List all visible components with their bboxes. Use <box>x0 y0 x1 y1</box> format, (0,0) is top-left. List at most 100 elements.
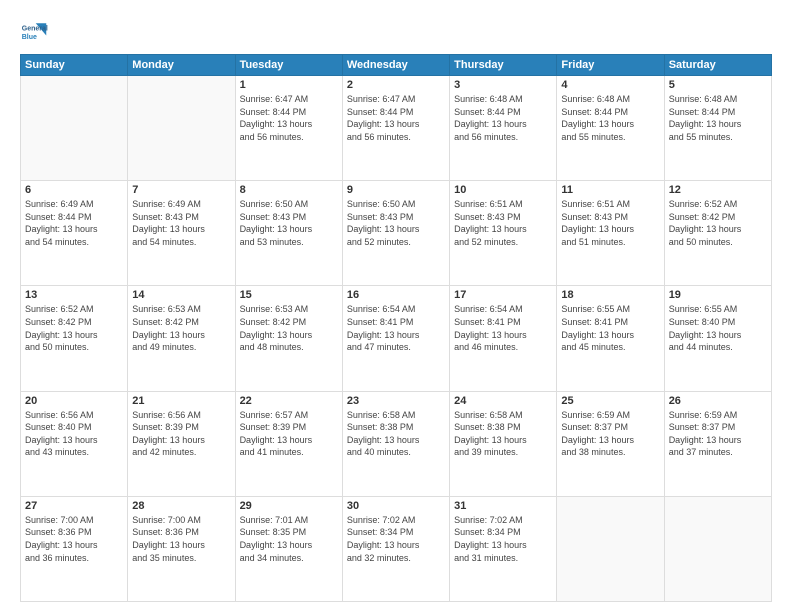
day-info: Sunrise: 6:49 AM Sunset: 8:44 PM Dayligh… <box>25 198 123 248</box>
calendar-cell: 10 Sunrise: 6:51 AM Sunset: 8:43 PM Dayli… <box>450 181 557 286</box>
day-number: 30 <box>347 500 445 512</box>
day-info: Sunrise: 6:57 AM Sunset: 8:39 PM Dayligh… <box>240 409 338 459</box>
col-header-monday: Monday <box>128 55 235 76</box>
week-row-2: 6 Sunrise: 6:49 AM Sunset: 8:44 PM Daylig… <box>21 181 772 286</box>
day-number: 10 <box>454 184 552 196</box>
day-number: 21 <box>132 395 230 407</box>
day-number: 1 <box>240 79 338 91</box>
day-number: 13 <box>25 289 123 301</box>
day-info: Sunrise: 6:54 AM Sunset: 8:41 PM Dayligh… <box>347 303 445 353</box>
day-number: 29 <box>240 500 338 512</box>
day-number: 6 <box>25 184 123 196</box>
day-info: Sunrise: 7:00 AM Sunset: 8:36 PM Dayligh… <box>132 514 230 564</box>
calendar-cell: 25 Sunrise: 6:59 AM Sunset: 8:37 PM Dayli… <box>557 391 664 496</box>
col-header-friday: Friday <box>557 55 664 76</box>
logo: General Blue <box>20 18 48 46</box>
day-info: Sunrise: 6:54 AM Sunset: 8:41 PM Dayligh… <box>454 303 552 353</box>
day-info: Sunrise: 7:01 AM Sunset: 8:35 PM Dayligh… <box>240 514 338 564</box>
calendar-cell: 31 Sunrise: 7:02 AM Sunset: 8:34 PM Dayli… <box>450 496 557 601</box>
day-number: 31 <box>454 500 552 512</box>
calendar-cell: 22 Sunrise: 6:57 AM Sunset: 8:39 PM Dayli… <box>235 391 342 496</box>
day-info: Sunrise: 6:52 AM Sunset: 8:42 PM Dayligh… <box>25 303 123 353</box>
calendar-cell: 4 Sunrise: 6:48 AM Sunset: 8:44 PM Daylig… <box>557 76 664 181</box>
calendar-cell: 29 Sunrise: 7:01 AM Sunset: 8:35 PM Dayli… <box>235 496 342 601</box>
day-info: Sunrise: 6:52 AM Sunset: 8:42 PM Dayligh… <box>669 198 767 248</box>
calendar-cell: 23Sunrise: 6:58 AM Sunset: 8:38 PM Dayli… <box>342 391 449 496</box>
day-number: 14 <box>132 289 230 301</box>
day-number: 20 <box>25 395 123 407</box>
calendar-cell: 21 Sunrise: 6:56 AM Sunset: 8:39 PM Dayli… <box>128 391 235 496</box>
day-info: Sunrise: 6:48 AM Sunset: 8:44 PM Dayligh… <box>561 93 659 143</box>
calendar-cell: 9Sunrise: 6:50 AM Sunset: 8:43 PM Daylig… <box>342 181 449 286</box>
day-info: Sunrise: 6:55 AM Sunset: 8:41 PM Dayligh… <box>561 303 659 353</box>
calendar-cell: 30 Sunrise: 7:02 AM Sunset: 8:34 PM Dayli… <box>342 496 449 601</box>
calendar-cell: 16 Sunrise: 6:54 AM Sunset: 8:41 PM Dayli… <box>342 286 449 391</box>
day-info: Sunrise: 7:02 AM Sunset: 8:34 PM Dayligh… <box>454 514 552 564</box>
day-number: 5 <box>669 79 767 91</box>
day-number: 18 <box>561 289 659 301</box>
calendar-cell: 26Sunrise: 6:59 AM Sunset: 8:37 PM Dayli… <box>664 391 771 496</box>
calendar-cell: 20Sunrise: 6:56 AM Sunset: 8:40 PM Dayli… <box>21 391 128 496</box>
week-row-1: 1 Sunrise: 6:47 AM Sunset: 8:44 PM Daylig… <box>21 76 772 181</box>
col-header-wednesday: Wednesday <box>342 55 449 76</box>
day-info: Sunrise: 6:50 AM Sunset: 8:43 PM Dayligh… <box>240 198 338 248</box>
calendar-cell: 3Sunrise: 6:48 AM Sunset: 8:44 PM Daylig… <box>450 76 557 181</box>
day-info: Sunrise: 6:59 AM Sunset: 8:37 PM Dayligh… <box>669 409 767 459</box>
day-info: Sunrise: 6:47 AM Sunset: 8:44 PM Dayligh… <box>347 93 445 143</box>
day-number: 28 <box>132 500 230 512</box>
day-number: 24 <box>454 395 552 407</box>
day-info: Sunrise: 6:55 AM Sunset: 8:40 PM Dayligh… <box>669 303 767 353</box>
calendar-cell: 15 Sunrise: 6:53 AM Sunset: 8:42 PM Dayli… <box>235 286 342 391</box>
day-number: 4 <box>561 79 659 91</box>
day-info: Sunrise: 6:49 AM Sunset: 8:43 PM Dayligh… <box>132 198 230 248</box>
day-info: Sunrise: 6:51 AM Sunset: 8:43 PM Dayligh… <box>561 198 659 248</box>
calendar-cell: 5 Sunrise: 6:48 AM Sunset: 8:44 PM Daylig… <box>664 76 771 181</box>
day-number: 7 <box>132 184 230 196</box>
day-number: 17 <box>454 289 552 301</box>
col-header-saturday: Saturday <box>664 55 771 76</box>
page: General Blue SundayMondayTuesdayWednesda… <box>0 0 792 612</box>
week-row-5: 27 Sunrise: 7:00 AM Sunset: 8:36 PM Dayli… <box>21 496 772 601</box>
day-number: 8 <box>240 184 338 196</box>
calendar-cell: 1 Sunrise: 6:47 AM Sunset: 8:44 PM Daylig… <box>235 76 342 181</box>
day-number: 9 <box>347 184 445 196</box>
calendar-cell <box>21 76 128 181</box>
day-number: 12 <box>669 184 767 196</box>
day-info: Sunrise: 6:47 AM Sunset: 8:44 PM Dayligh… <box>240 93 338 143</box>
day-info: Sunrise: 6:59 AM Sunset: 8:37 PM Dayligh… <box>561 409 659 459</box>
calendar-cell: 18 Sunrise: 6:55 AM Sunset: 8:41 PM Dayli… <box>557 286 664 391</box>
week-row-3: 13 Sunrise: 6:52 AM Sunset: 8:42 PM Dayli… <box>21 286 772 391</box>
day-info: Sunrise: 6:53 AM Sunset: 8:42 PM Dayligh… <box>240 303 338 353</box>
col-header-thursday: Thursday <box>450 55 557 76</box>
day-number: 23 <box>347 395 445 407</box>
calendar-cell <box>557 496 664 601</box>
calendar-cell: 14Sunrise: 6:53 AM Sunset: 8:42 PM Dayli… <box>128 286 235 391</box>
calendar-cell: 27Sunrise: 7:00 AM Sunset: 8:36 PM Dayli… <box>21 496 128 601</box>
col-header-tuesday: Tuesday <box>235 55 342 76</box>
calendar-cell: 12 Sunrise: 6:52 AM Sunset: 8:42 PM Dayli… <box>664 181 771 286</box>
day-info: Sunrise: 6:48 AM Sunset: 8:44 PM Dayligh… <box>669 93 767 143</box>
col-header-sunday: Sunday <box>21 55 128 76</box>
calendar-cell: 8 Sunrise: 6:50 AM Sunset: 8:43 PM Daylig… <box>235 181 342 286</box>
day-info: Sunrise: 6:56 AM Sunset: 8:39 PM Dayligh… <box>132 409 230 459</box>
calendar-cell: 11 Sunrise: 6:51 AM Sunset: 8:43 PM Dayli… <box>557 181 664 286</box>
day-number: 11 <box>561 184 659 196</box>
day-number: 25 <box>561 395 659 407</box>
week-row-4: 20Sunrise: 6:56 AM Sunset: 8:40 PM Dayli… <box>21 391 772 496</box>
calendar-cell: 13 Sunrise: 6:52 AM Sunset: 8:42 PM Dayli… <box>21 286 128 391</box>
calendar-cell: 19Sunrise: 6:55 AM Sunset: 8:40 PM Dayli… <box>664 286 771 391</box>
svg-text:Blue: Blue <box>22 34 37 41</box>
calendar-cell: 28 Sunrise: 7:00 AM Sunset: 8:36 PM Dayli… <box>128 496 235 601</box>
calendar-cell: 6 Sunrise: 6:49 AM Sunset: 8:44 PM Daylig… <box>21 181 128 286</box>
day-info: Sunrise: 6:51 AM Sunset: 8:43 PM Dayligh… <box>454 198 552 248</box>
logo-icon: General Blue <box>20 18 48 46</box>
day-number: 16 <box>347 289 445 301</box>
svg-text:General: General <box>22 25 48 32</box>
calendar-cell: 2 Sunrise: 6:47 AM Sunset: 8:44 PM Daylig… <box>342 76 449 181</box>
calendar-cell <box>128 76 235 181</box>
day-number: 22 <box>240 395 338 407</box>
day-number: 15 <box>240 289 338 301</box>
day-number: 27 <box>25 500 123 512</box>
day-number: 2 <box>347 79 445 91</box>
day-info: Sunrise: 7:02 AM Sunset: 8:34 PM Dayligh… <box>347 514 445 564</box>
